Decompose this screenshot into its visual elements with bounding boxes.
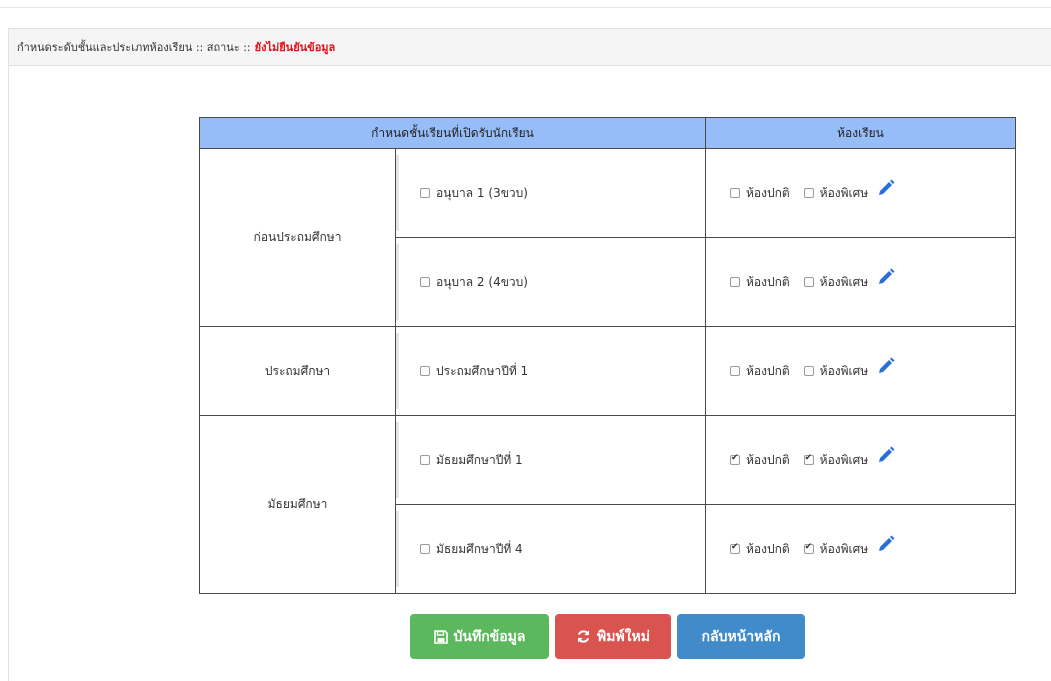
- level-label: มัธยมศึกษาปีที่ 4: [436, 541, 523, 556]
- pencil-icon[interactable]: [876, 356, 896, 379]
- table-row: ประถมศึกษา ประถมศึกษาปีที่ 1 ห้องปกติ ห้องพ…: [199, 326, 1016, 416]
- level-cell: มัธยมศึกษาปีที่ 1: [395, 415, 706, 505]
- table-row: ก่อนประถมศึกษา อนุบาล 1 (3ขวบ) ห้องปกติ ห้อ…: [199, 148, 1016, 327]
- floppy-disk-icon: [433, 629, 448, 644]
- normal-room-label: ห้องปกติ: [746, 541, 790, 556]
- special-room-option[interactable]: ห้องพิเศษ: [803, 451, 869, 470]
- checkbox[interactable]: [803, 542, 814, 554]
- normal-room-option[interactable]: ห้องปกติ: [730, 184, 790, 203]
- group-cell: ประถมศึกษา: [199, 326, 396, 416]
- rooms-cell: ห้องปกติ ห้องพิเศษ: [705, 237, 1016, 327]
- column-header-rooms: ห้องเรียน: [705, 117, 1016, 149]
- special-room-option[interactable]: ห้องพิเศษ: [803, 273, 869, 292]
- checkbox[interactable]: [420, 366, 430, 376]
- group-label: ประถมศึกษา: [264, 363, 331, 378]
- pencil-icon[interactable]: [876, 445, 896, 468]
- level-label: มัธยมศึกษาปีที่ 1: [436, 452, 523, 467]
- checkbox[interactable]: [730, 542, 740, 554]
- back-home-button-label: กลับหน้าหลัก: [701, 628, 781, 645]
- normal-room-label: ห้องปกติ: [746, 363, 790, 378]
- column-header-levels: กำหนดชั้นเรียนที่เปิดรับนักเรียน: [199, 117, 706, 149]
- special-room-option[interactable]: ห้องพิเศษ: [803, 184, 869, 203]
- normal-room-label: ห้องปกติ: [746, 185, 790, 200]
- normal-room-label: ห้องปกติ: [746, 274, 790, 289]
- table-row: มัธยมศึกษามัธยมศึกษาปีที่ 1ห้องปกติห้องพ…: [199, 415, 1016, 594]
- level-cell: อนุบาล 2 (4ขวบ): [395, 237, 706, 327]
- group-cell: มัธยมศึกษา: [199, 415, 396, 594]
- table-header-row: กำหนดชั้นเรียนที่เปิดรับนักเรียน ห้องเรี…: [199, 117, 1016, 149]
- checkbox[interactable]: [420, 544, 430, 554]
- checkbox[interactable]: [730, 277, 740, 287]
- level-cell: ประถมศึกษาปีที่ 1: [395, 326, 706, 416]
- level-cell: มัธยมศึกษาปีที่ 4: [395, 504, 706, 594]
- checkbox[interactable]: [730, 366, 740, 376]
- level-label: อนุบาล 1 (3ขวบ): [436, 185, 528, 200]
- level-label: อนุบาล 2 (4ขวบ): [436, 274, 528, 289]
- checkbox[interactable]: [803, 188, 814, 198]
- refresh-icon: [576, 629, 591, 644]
- level-label: ประถมศึกษาปีที่ 1: [436, 363, 529, 378]
- special-room-label: ห้องพิเศษ: [819, 274, 869, 289]
- special-room-label: ห้องพิเศษ: [819, 363, 869, 378]
- special-room-option[interactable]: ห้องพิเศษ: [803, 362, 869, 381]
- group-label: มัธยมศึกษา: [267, 497, 328, 511]
- checkbox[interactable]: [730, 188, 740, 198]
- special-room-label: ห้องพิเศษ: [819, 185, 869, 200]
- checkbox[interactable]: [420, 188, 430, 198]
- status-value: ยังไม่ยืนยันข้อมูล: [254, 41, 336, 54]
- panel-title: กำหนดระดับชั้นและประเภทห้องเรียน :: สถาน…: [17, 41, 251, 54]
- checkbox[interactable]: [420, 455, 430, 465]
- action-buttons: บันทึกข้อมูล พิมพ์ใหม่ กลับหน้าหลัก: [410, 614, 805, 659]
- pencil-icon[interactable]: [876, 178, 896, 201]
- normal-room-label: ห้องปกติ: [746, 452, 790, 467]
- rooms-cell: ห้องปกติ ห้องพิเศษ: [705, 148, 1016, 238]
- pencil-icon[interactable]: [876, 267, 896, 290]
- top-divider: [0, 7, 1051, 8]
- rooms-cell: ห้องปกติ ห้องพิเศษ: [705, 326, 1016, 416]
- normal-room-option[interactable]: ห้องปกติ: [730, 362, 790, 381]
- special-room-label: ห้องพิเศษ: [819, 541, 869, 556]
- checkbox[interactable]: [803, 453, 814, 465]
- normal-room-option[interactable]: ห้องปกติ: [730, 273, 790, 292]
- save-button[interactable]: บันทึกข้อมูล: [410, 614, 549, 659]
- rooms-cell: ห้องปกติ ห้องพิเศษ: [705, 415, 1016, 505]
- normal-room-option[interactable]: ห้องปกติ: [730, 540, 790, 559]
- group-cell: ก่อนประถมศึกษา: [199, 148, 396, 327]
- checkbox[interactable]: [730, 453, 740, 465]
- class-level-table: กำหนดชั้นเรียนที่เปิดรับนักเรียน ห้องเรี…: [199, 117, 1016, 594]
- reset-button[interactable]: พิมพ์ใหม่: [555, 614, 671, 659]
- checkbox[interactable]: [420, 277, 430, 287]
- rooms-cell: ห้องปกติ ห้องพิเศษ: [705, 504, 1016, 594]
- group-label: ก่อนประถมศึกษา: [253, 230, 342, 244]
- checkbox[interactable]: [803, 277, 814, 287]
- special-room-option[interactable]: ห้องพิเศษ: [803, 540, 869, 559]
- checkbox[interactable]: [803, 366, 814, 376]
- panel-heading: กำหนดระดับชั้นและประเภทห้องเรียน :: สถาน…: [9, 29, 1051, 66]
- save-button-label: บันทึกข้อมูล: [453, 628, 526, 645]
- reset-button-label: พิมพ์ใหม่: [597, 628, 650, 645]
- normal-room-option[interactable]: ห้องปกติ: [730, 451, 790, 470]
- special-room-label: ห้องพิเศษ: [819, 452, 869, 467]
- pencil-icon[interactable]: [876, 534, 896, 557]
- table-body: ก่อนประถมศึกษา อนุบาล 1 (3ขวบ) ห้องปกติ ห้อ…: [199, 148, 1016, 594]
- back-home-button[interactable]: กลับหน้าหลัก: [677, 614, 805, 659]
- level-cell: อนุบาล 1 (3ขวบ): [395, 148, 706, 238]
